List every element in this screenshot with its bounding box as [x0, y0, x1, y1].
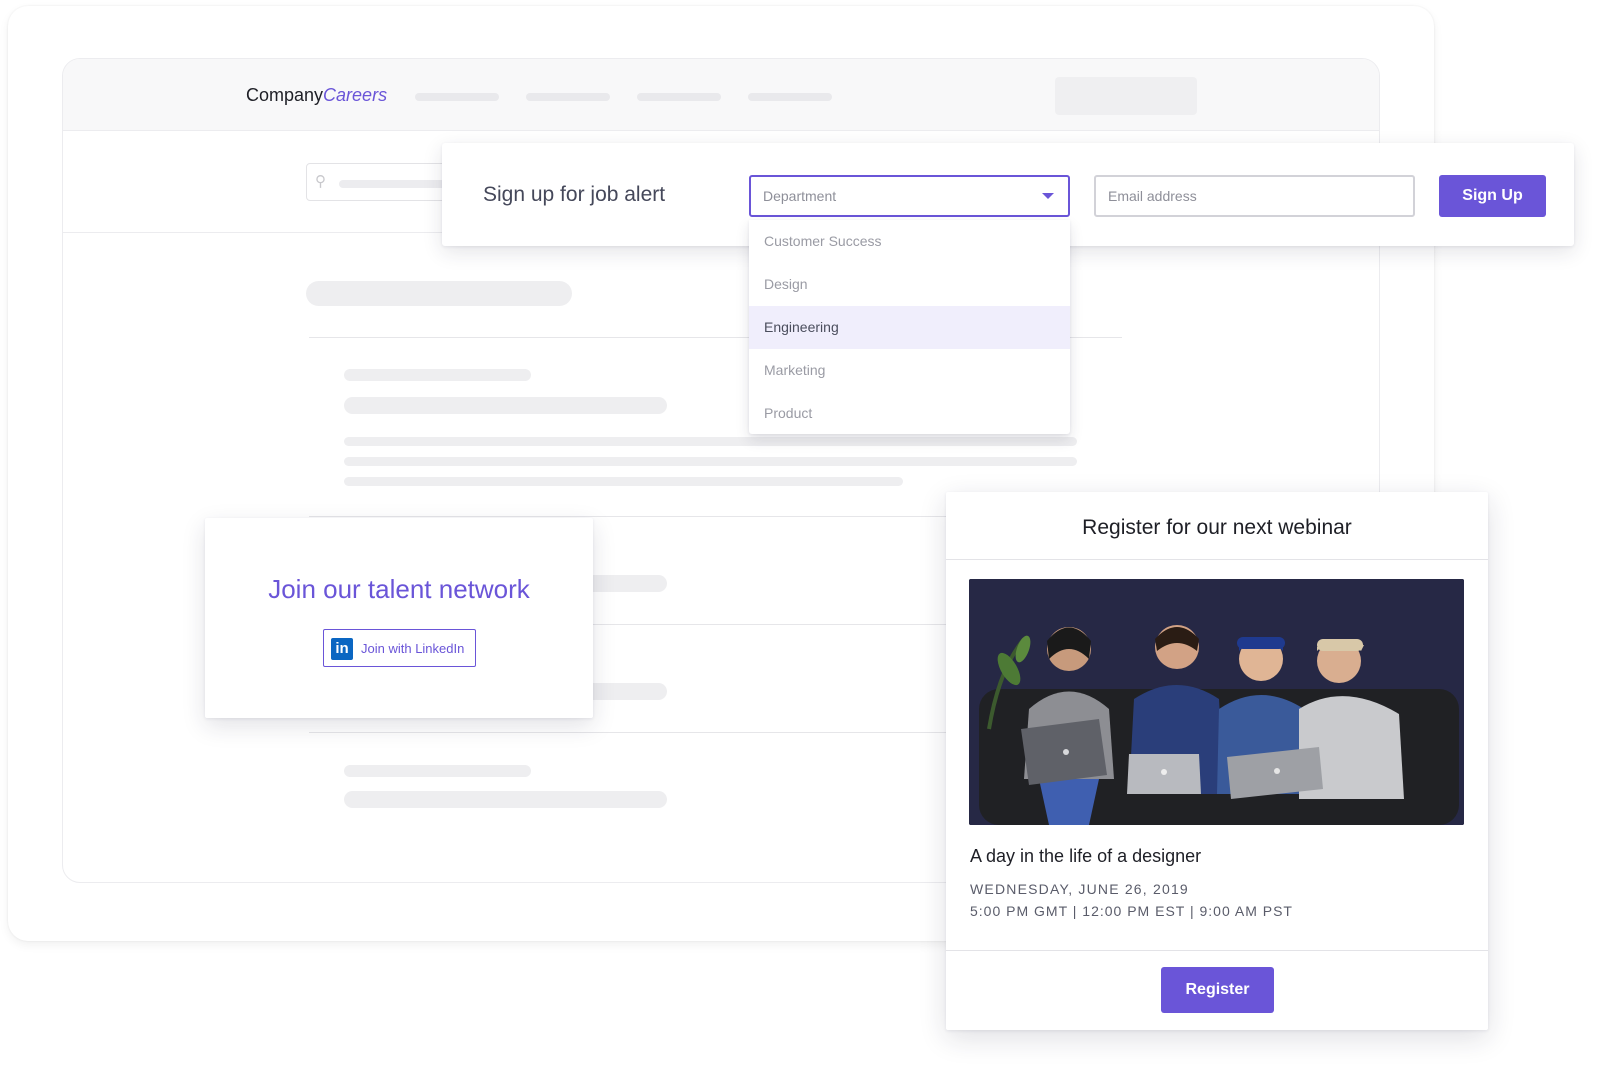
job-meta-placeholder: [344, 397, 667, 414]
event-times: 5:00 PM GMT | 12:00 PM EST | 9:00 AM PST: [970, 903, 1293, 919]
search-placeholder-line: [339, 180, 459, 188]
register-button[interactable]: Register: [1161, 967, 1274, 1013]
dropdown-option-customer-success[interactable]: Customer Success: [749, 220, 1070, 263]
careers-header: CompanyCareers: [63, 59, 1379, 131]
webinar-footer-divider: [946, 950, 1488, 951]
email-field[interactable]: [1094, 175, 1415, 217]
department-dropdown-menu: Customer Success Design Engineering Mark…: [749, 220, 1070, 434]
talent-network-title: Join our talent network: [268, 574, 530, 604]
nav-placeholder-3[interactable]: [637, 93, 721, 101]
webinar-divider: [946, 559, 1488, 560]
department-select-placeholder: Department: [763, 188, 837, 204]
department-select[interactable]: Department: [749, 175, 1070, 217]
job-alert-title: Sign up for job alert: [483, 183, 666, 206]
people-with-laptops-illustration: [969, 579, 1464, 825]
join-with-linkedin-button[interactable]: in Join with LinkedIn: [323, 629, 476, 667]
job-meta-placeholder: [344, 791, 667, 808]
dropdown-option-engineering[interactable]: Engineering: [749, 306, 1070, 349]
linkedin-button-label: Join with LinkedIn: [361, 641, 465, 656]
job-title-placeholder: [344, 369, 531, 381]
dropdown-option-design[interactable]: Design: [749, 263, 1070, 306]
job-title-placeholder: [344, 765, 531, 777]
heading-placeholder: [306, 281, 572, 306]
talent-network-card: Join our talent network in Join with Lin…: [205, 518, 593, 718]
chevron-down-icon: [1042, 193, 1054, 199]
text-line-placeholder: [344, 457, 1077, 466]
brand-company: Company: [246, 85, 324, 105]
brand-careers: Careers: [323, 85, 388, 105]
webinar-photo: [969, 579, 1464, 825]
dropdown-option-marketing[interactable]: Marketing: [749, 349, 1070, 392]
webinar-title: Register for our next webinar: [1082, 516, 1352, 539]
search-icon: ⚲: [315, 173, 326, 190]
dropdown-option-product[interactable]: Product: [749, 392, 1070, 434]
sign-up-button[interactable]: Sign Up: [1439, 175, 1546, 217]
webinar-card: Register for our next webinar A day in t…: [946, 492, 1488, 1030]
nav-placeholder-1[interactable]: [415, 93, 499, 101]
header-button-placeholder[interactable]: [1055, 77, 1197, 115]
nav-placeholder-2[interactable]: [526, 93, 610, 101]
company-careers-logo[interactable]: CompanyCareers: [246, 85, 387, 106]
nav-placeholder-4[interactable]: [748, 93, 832, 101]
event-name: A day in the life of a designer: [970, 846, 1202, 866]
event-date: WEDNESDAY, JUNE 26, 2019: [970, 881, 1189, 897]
text-line-placeholder: [344, 437, 1077, 446]
text-line-placeholder: [344, 477, 903, 486]
linkedin-icon: in: [331, 638, 353, 660]
